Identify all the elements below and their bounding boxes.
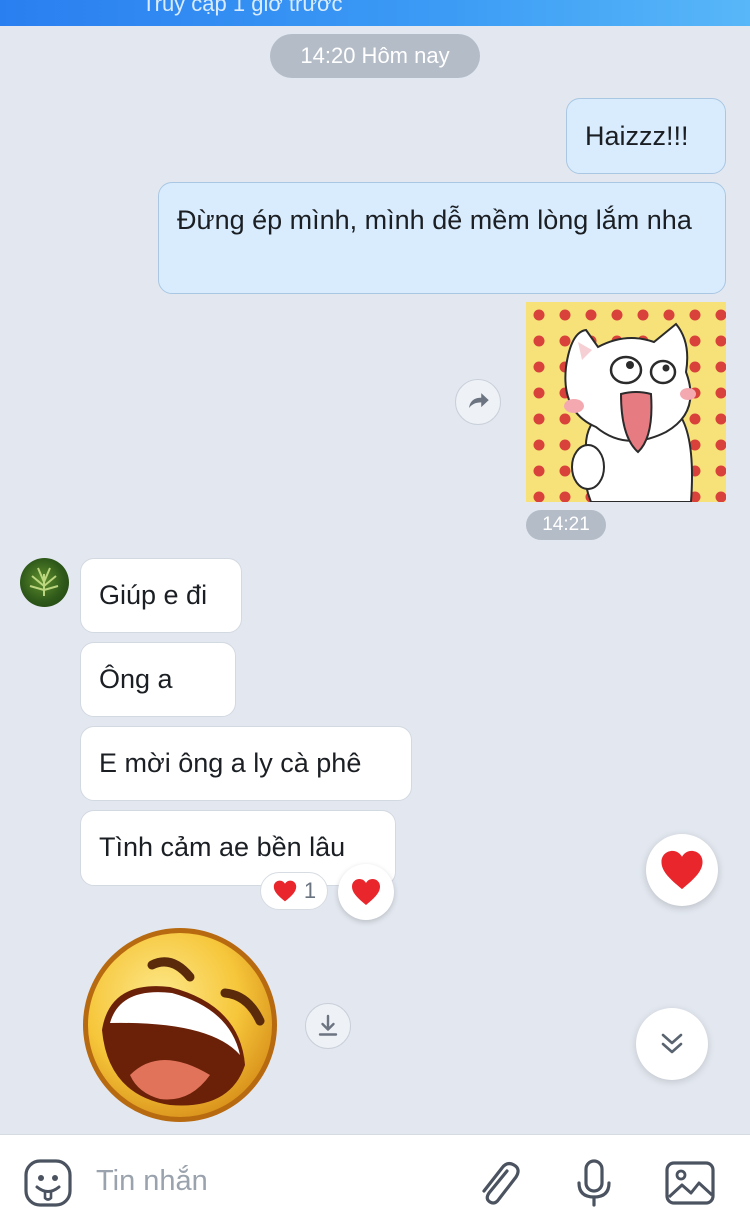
laughing-emoji-sticker[interactable] <box>80 925 280 1125</box>
gallery-button[interactable] <box>664 1157 716 1209</box>
forward-button[interactable] <box>455 379 501 425</box>
forward-icon <box>469 393 489 409</box>
chat-header: Truy cập 1 giờ trước <box>0 0 750 26</box>
react-button[interactable] <box>338 864 394 920</box>
outgoing-message[interactable]: Haizzz!!! <box>566 98 726 174</box>
attach-button[interactable] <box>472 1157 524 1209</box>
last-seen-status: Truy cập 1 giờ trước <box>142 0 343 16</box>
date-separator: 14:20 Hôm nay <box>270 34 480 78</box>
image-icon <box>665 1161 715 1205</box>
sticker-icon <box>24 1159 72 1207</box>
incoming-message[interactable]: Giúp e đi <box>80 558 242 633</box>
download-button[interactable] <box>305 1003 351 1049</box>
heart-icon <box>352 879 380 905</box>
contact-avatar[interactable] <box>20 558 69 607</box>
leaf-avatar-image <box>29 567 59 596</box>
sticker-button[interactable] <box>22 1157 74 1209</box>
heart-icon <box>273 880 297 902</box>
outgoing-message[interactable]: Đừng ép mình, mình dễ mềm lòng lắm nha <box>158 182 726 294</box>
message-timestamp: 14:21 <box>526 510 606 540</box>
reaction-count: 1 <box>303 878 317 903</box>
scroll-to-bottom-button[interactable] <box>636 1008 708 1080</box>
paperclip-icon <box>482 1161 520 1205</box>
voice-button[interactable] <box>568 1157 620 1209</box>
cat-sticker[interactable] <box>526 302 726 502</box>
heart-icon <box>661 850 703 890</box>
download-icon <box>318 1014 338 1036</box>
quick-heart-button[interactable] <box>646 834 718 906</box>
chevron-double-down-icon <box>661 1033 683 1054</box>
cat-sticker-image <box>526 302 726 502</box>
laughing-emoji-image <box>83 928 277 1122</box>
microphone-icon <box>577 1159 611 1207</box>
incoming-message[interactable]: E mời ông a ly cà phê <box>80 726 412 801</box>
reaction-summary[interactable]: 1 <box>260 872 328 910</box>
message-input-bar: Tin nhắn <box>0 1134 750 1230</box>
incoming-message[interactable]: Ông a <box>80 642 236 717</box>
message-input[interactable]: Tin nhắn <box>96 1165 208 1198</box>
